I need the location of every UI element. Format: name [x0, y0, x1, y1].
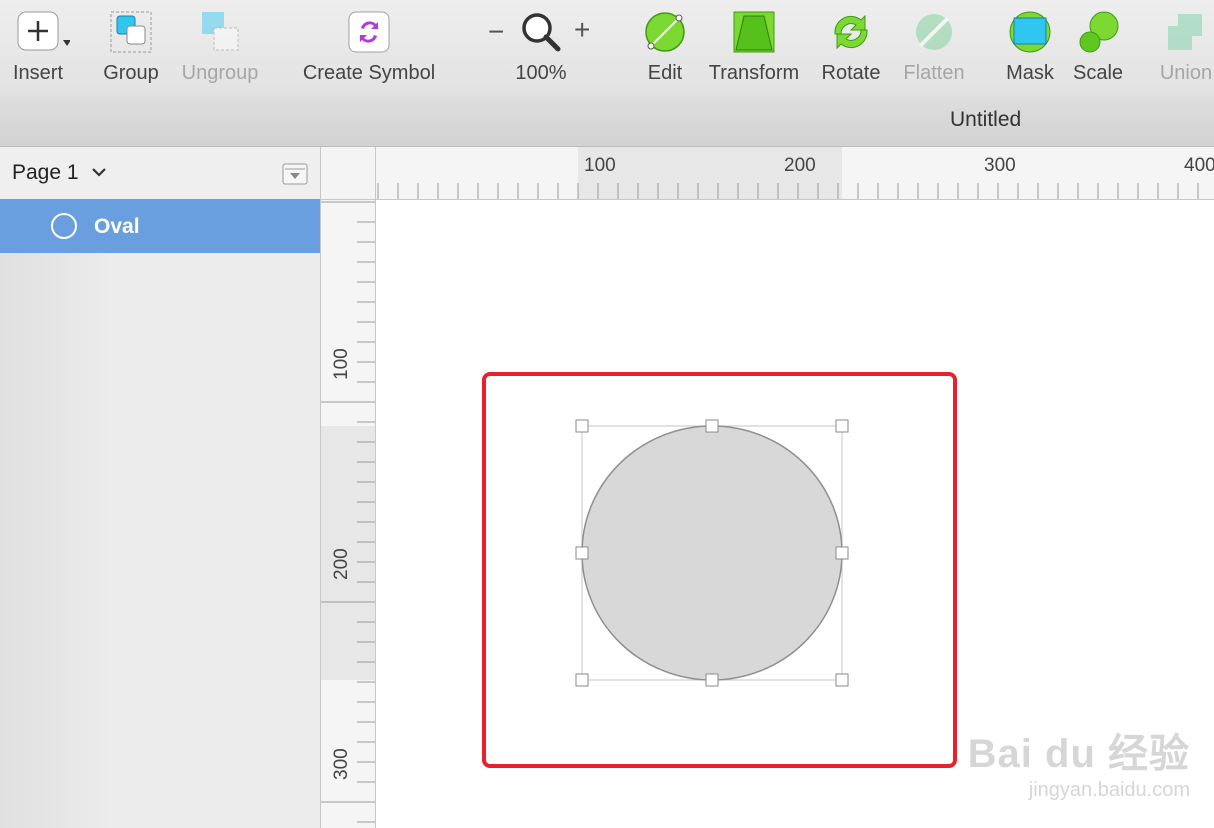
edit-button[interactable]: Edit: [636, 0, 694, 96]
chevron-down-icon: [92, 168, 106, 177]
ungroup-label: Ungroup: [181, 62, 259, 84]
group-label: Group: [103, 62, 159, 84]
scale-icon: [1079, 11, 1119, 53]
handle-left[interactable]: [575, 546, 589, 560]
ruler-ticks: [321, 201, 375, 823]
canvas[interactable]: Bai du 经验 jingyan.baidu.com: [376, 200, 1214, 828]
page-name: Page 1: [12, 161, 79, 184]
insert-button[interactable]: Insert: [0, 0, 76, 96]
mask-button[interactable]: Mask: [1000, 0, 1060, 96]
zoom-out-button[interactable]: −: [488, 16, 504, 48]
transform-button[interactable]: Transform: [702, 0, 806, 96]
transform-label: Transform: [708, 62, 800, 84]
ungroup-button[interactable]: Ungroup: [176, 0, 264, 96]
insert-label: Insert: [12, 62, 64, 84]
ruler-label-300: 300: [331, 748, 352, 780]
zoom-level: 100%: [515, 62, 567, 84]
ruler-label-300: 300: [984, 155, 1016, 176]
flatten-button[interactable]: Flatten: [898, 0, 970, 96]
edit-label: Edit: [647, 62, 683, 84]
layers-sidebar: Page 1 Oval: [0, 147, 321, 828]
collapse-pages-icon[interactable]: [282, 163, 308, 185]
group-icon: [110, 11, 152, 53]
zoom-in-button[interactable]: +: [574, 14, 590, 46]
ruler-label-200: 200: [784, 155, 816, 176]
page-selector[interactable]: Page 1: [0, 147, 320, 200]
vertical-ruler[interactable]: 100 200 300: [321, 200, 376, 828]
horizontal-ruler[interactable]: 100 200 300 400: [376, 147, 1214, 200]
scale-label: Scale: [1072, 62, 1124, 84]
rotate-icon: [834, 14, 868, 50]
rotate-label: Rotate: [821, 62, 881, 84]
plus-icon: [17, 11, 70, 51]
oval-shape[interactable]: [581, 425, 843, 681]
create-symbol-button[interactable]: Create Symbol: [296, 0, 442, 96]
layer-label: Oval: [94, 215, 140, 238]
handle-top-right[interactable]: [835, 419, 849, 433]
toolbar: Insert Group Ungroup Create Symbol − + 1…: [0, 0, 1214, 97]
watermark-logo-text: Bai du 经验: [967, 732, 1190, 776]
baidu-watermark: Bai du 经验 jingyan.baidu.com: [968, 721, 1190, 802]
create-symbol-label: Create Symbol: [302, 62, 436, 84]
union-icon: [1168, 14, 1202, 50]
edit-icon: [645, 12, 685, 52]
handle-top[interactable]: [705, 419, 719, 433]
ruler-corner: [321, 147, 376, 200]
flatten-icon: [916, 14, 952, 50]
handle-top-left[interactable]: [575, 419, 589, 433]
ruler-label-100: 100: [331, 348, 352, 380]
document-title: Untitled: [950, 108, 1022, 131]
ungroup-icon: [202, 12, 239, 51]
rotate-button[interactable]: Rotate: [818, 0, 884, 96]
title-bar: Untitled: [0, 96, 1214, 147]
ruler-label-400: 400: [1184, 155, 1214, 176]
oval-icon: [51, 213, 77, 239]
handle-bottom[interactable]: [705, 673, 719, 687]
handle-right[interactable]: [835, 546, 849, 560]
mask-icon: [1009, 11, 1051, 53]
zoom-control: − + 100%: [484, 0, 598, 96]
handle-bottom-right[interactable]: [835, 673, 849, 687]
handle-bottom-left[interactable]: [575, 673, 589, 687]
layer-item-oval[interactable]: Oval: [0, 199, 320, 253]
magnifier-icon: [522, 13, 561, 52]
flatten-label: Flatten: [903, 62, 965, 84]
ruler-label-100: 100: [584, 155, 616, 176]
scale-button[interactable]: Scale: [1068, 0, 1128, 96]
group-button[interactable]: Group: [98, 0, 164, 96]
mask-label: Mask: [1006, 62, 1054, 84]
watermark-url: jingyan.baidu.com: [1028, 779, 1190, 801]
union-button[interactable]: Union: [1156, 0, 1214, 96]
transform-icon: [733, 11, 775, 53]
union-label: Union: [1159, 62, 1213, 84]
ruler-label-200: 200: [331, 548, 352, 580]
symbol-icon: [348, 11, 390, 53]
